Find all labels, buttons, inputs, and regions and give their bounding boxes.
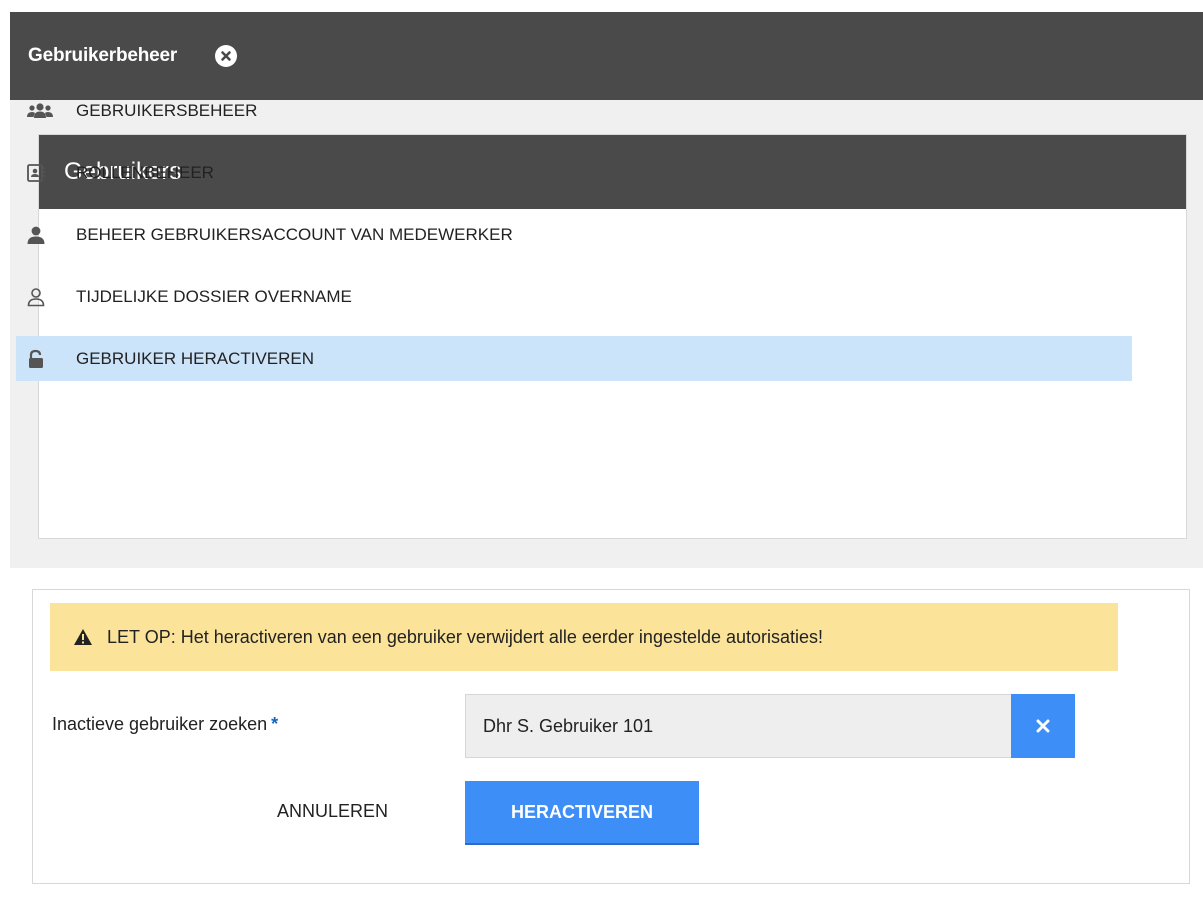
menu-item-label: GEBRUIKER HERACTIVEREN: [76, 348, 315, 368]
cancel-button[interactable]: ANNULEREN: [277, 801, 388, 822]
menu-item-label: GEBRUIKERSBEHEER: [76, 100, 258, 120]
contact-card-icon: [26, 163, 56, 183]
close-circle-icon[interactable]: [215, 45, 238, 67]
field-label-text: Inactieve gebruiker zoeken: [52, 714, 268, 734]
reactivate-button[interactable]: HERACTIVEREN: [465, 781, 699, 845]
clear-search-button[interactable]: [1011, 694, 1075, 758]
menu-item-rollenbeheer[interactable]: ROLLENBEHEER: [16, 150, 1132, 195]
menu-item-gebruiker-heractiveren[interactable]: GEBRUIKER HERACTIVEREN: [16, 336, 1132, 381]
inactive-user-search-input[interactable]: [465, 694, 1011, 758]
warning-icon: [73, 628, 93, 646]
warning-text: LET OP: Het heractiveren van een gebruik…: [107, 626, 824, 647]
menu-list: GEBRUIKERSBEHEER ROLLENBEHEER BEHEER GEB…: [16, 88, 1132, 398]
user-icon: [26, 225, 56, 245]
menu-item-beheer-gebruikersaccount[interactable]: BEHEER GEBRUIKERSACCOUNT VAN MEDEWERKER: [16, 212, 1132, 257]
user-outline-icon: [26, 287, 56, 307]
close-icon: [1036, 719, 1050, 733]
warning-banner: LET OP: Het heractiveren van een gebruik…: [50, 603, 1118, 671]
menu-item-label: ROLLENBEHEER: [76, 162, 214, 182]
menu-item-gebruikersbeheer[interactable]: GEBRUIKERSBEHEER: [16, 88, 1132, 133]
menu-item-tijdelijke-dossier-overname[interactable]: TIJDELIJKE DOSSIER OVERNAME: [16, 274, 1132, 319]
reactivate-form: LET OP: Het heractiveren van een gebruik…: [32, 589, 1190, 884]
required-marker: *: [271, 714, 279, 734]
menu-item-label: TIJDELIJKE DOSSIER OVERNAME: [76, 286, 352, 306]
users-group-icon: [26, 102, 56, 120]
app-title: Gebruikerbeheer: [28, 45, 178, 66]
search-field-label: Inactieve gebruiker zoeken *: [52, 714, 278, 735]
unlock-icon: [26, 349, 56, 369]
menu-item-label: BEHEER GEBRUIKERSACCOUNT VAN MEDEWERKER: [76, 224, 513, 244]
app-header: Gebruikerbeheer: [10, 12, 1203, 100]
